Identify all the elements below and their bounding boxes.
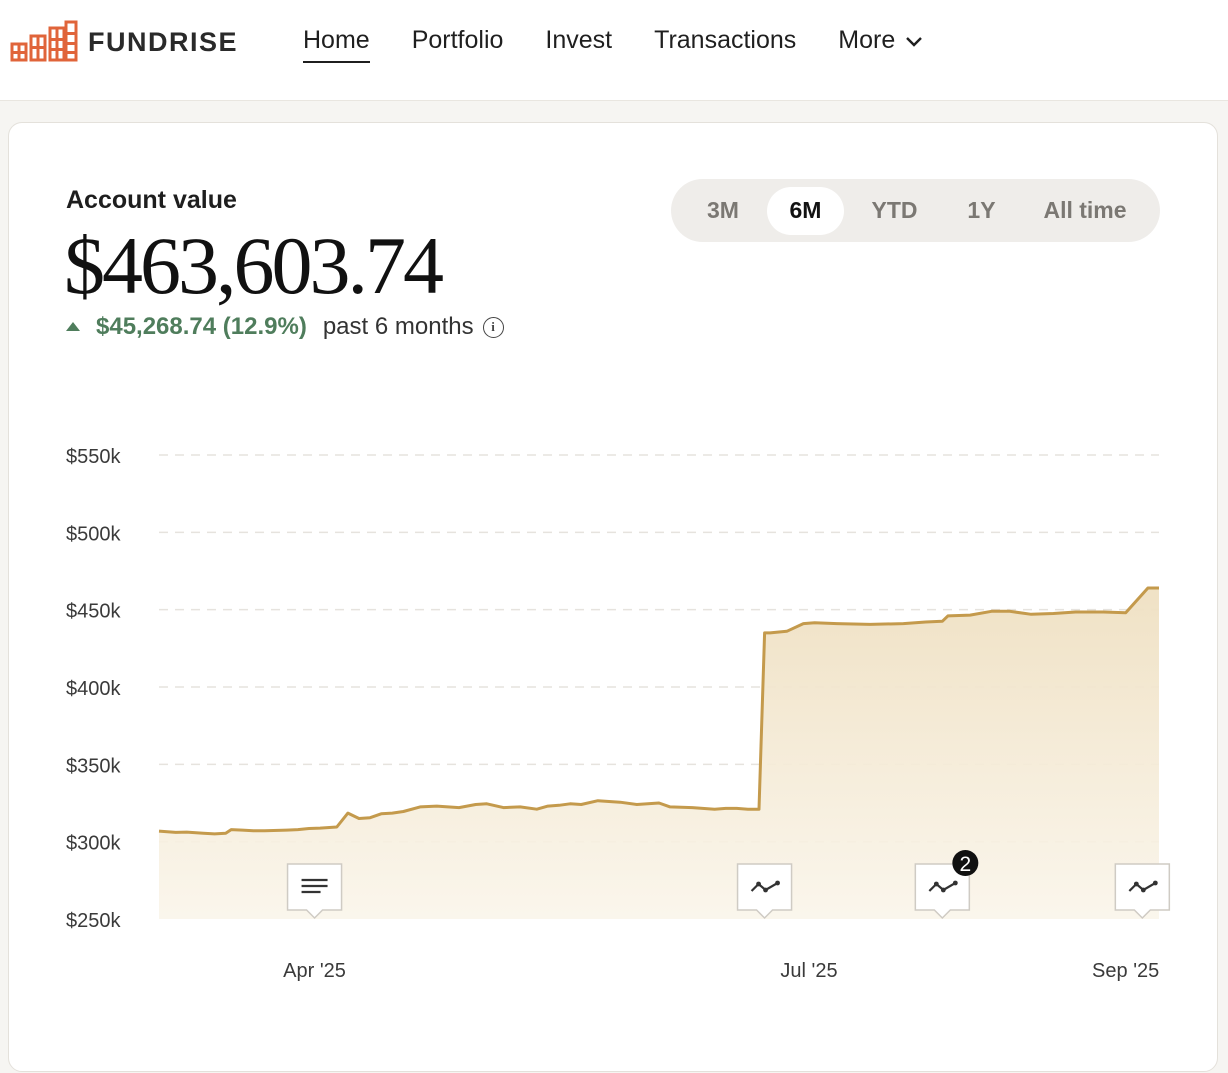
nav-portfolio[interactable]: Portfolio — [412, 26, 504, 63]
marker-count-badge-text: 2 — [959, 853, 971, 876]
brand-name: FUNDRISE — [88, 26, 239, 57]
y-axis-tick-label: $450k — [66, 601, 121, 623]
y-axis-tick-label: $500k — [66, 523, 121, 545]
y-axis-tick-label: $350k — [66, 755, 121, 777]
account-value-chart: 2 $550k $500k $450k $400k $350k $300k $250k Apr… — [66, 446, 1171, 982]
y-axis-tick-label: $550k — [66, 446, 121, 468]
event-marker[interactable] — [286, 863, 343, 920]
nav-invest[interactable]: Invest — [545, 26, 612, 63]
main-nav: Home Portfolio Invest Transactions More — [303, 26, 965, 63]
x-axis-tick-label: Apr '25 — [283, 960, 346, 982]
nav-more-label: More — [838, 26, 896, 54]
account-value-card: Account value $463,603.74 $45,268.74 (12… — [8, 122, 1218, 1072]
nav-transactions[interactable]: Transactions — [654, 26, 796, 63]
y-axis-tick-label: $400k — [66, 678, 121, 700]
y-axis-tick-label: $300k — [66, 833, 121, 855]
event-marker[interactable] — [1114, 863, 1171, 920]
nav-more-menu[interactable]: More — [838, 26, 923, 63]
brand-logo-link[interactable]: FUNDRISE — [10, 20, 238, 64]
event-marker[interactable] — [736, 863, 793, 920]
chevron-down-icon — [906, 36, 923, 47]
x-axis-tick-label: Jul '25 — [780, 960, 837, 982]
fundrise-logo-icon — [10, 20, 78, 62]
y-axis-tick-label: $250k — [66, 910, 121, 932]
x-axis-tick-label: Sep '25 — [1092, 960, 1159, 982]
top-navigation-bar: FUNDRISE Home Portfolio Invest Transacti… — [0, 0, 1228, 101]
nav-home[interactable]: Home — [303, 26, 370, 63]
